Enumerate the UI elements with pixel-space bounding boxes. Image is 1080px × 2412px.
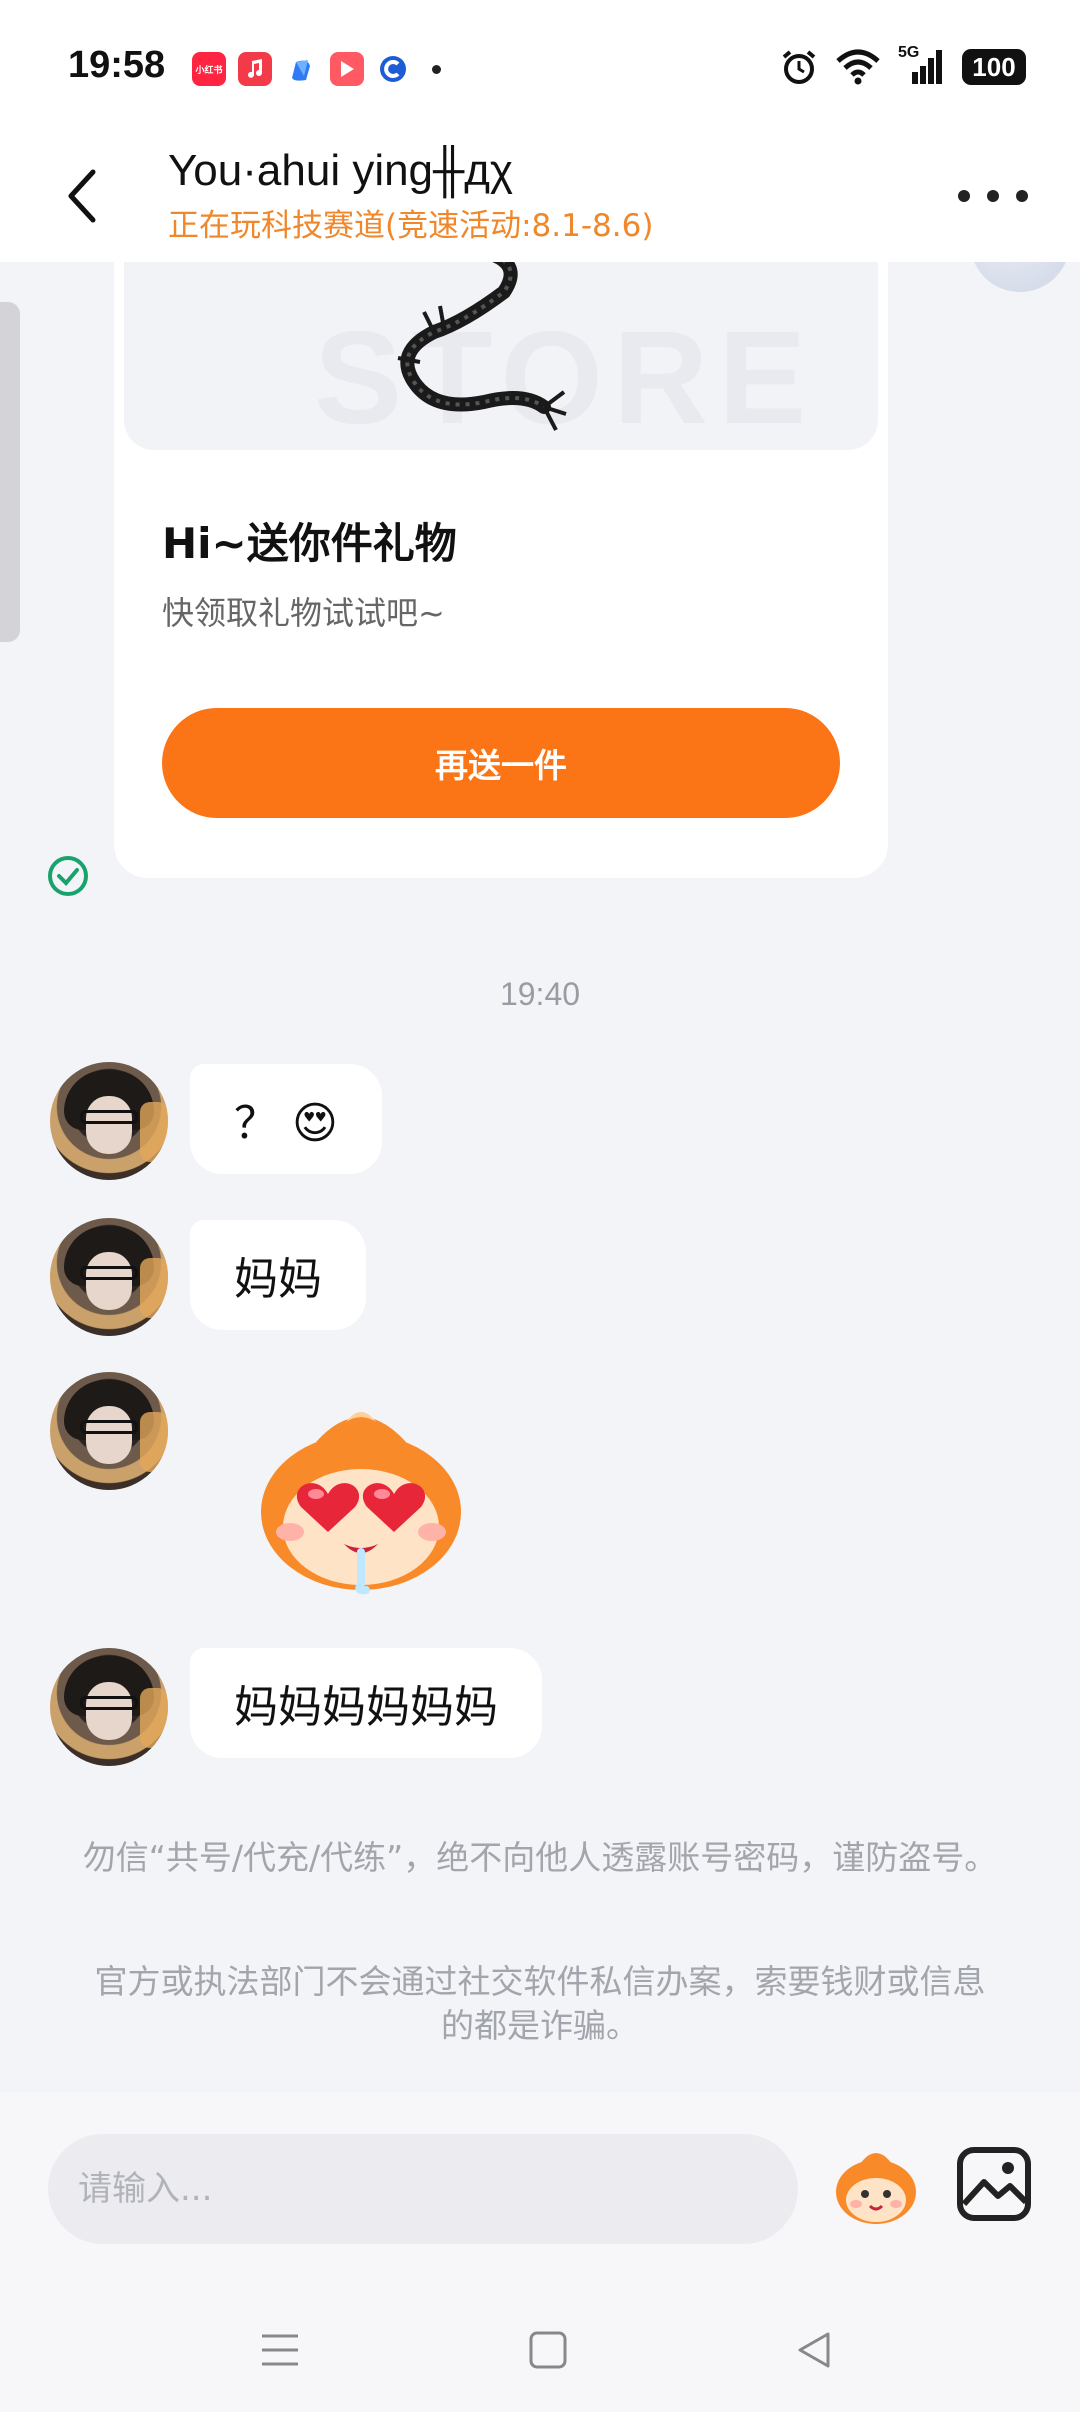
- more-dot-icon: [1016, 190, 1028, 202]
- chat-title-group[interactable]: You·ahui ying╫дχ 正在玩科技赛道(竞速活动:8.1-8.6): [168, 146, 653, 245]
- message-bubble[interactable]: 妈妈: [190, 1220, 366, 1330]
- system-navigation-bar: [0, 2282, 1080, 2412]
- sticker-button-icon[interactable]: [826, 2136, 926, 2236]
- more-notifications-dot: [432, 64, 441, 74]
- dragon-icon: [397, 262, 567, 431]
- security-notice-fraud: 官方或执法部门不会通过社交软件私信办案，索要钱财或信息的都是诈骗。: [94, 1962, 986, 2045]
- contact-name: You·ahui ying╫дχ: [168, 146, 513, 195]
- security-notice-account: 勿信“共号/代充/代练”，绝不向他人透露账号密码，谨防盗号。: [82, 1838, 998, 1877]
- contact-avatar[interactable]: [50, 1372, 168, 1490]
- home-square-icon: [529, 2331, 567, 2369]
- menu-nav-button[interactable]: [250, 2320, 310, 2380]
- message-text: ？ 😍: [234, 1098, 338, 1149]
- notification-icons: 小红书: [192, 52, 441, 86]
- more-dot-icon: [987, 190, 999, 202]
- app-c-icon: [376, 52, 410, 86]
- wifi-icon: [836, 49, 880, 85]
- image-picker-icon[interactable]: [954, 2144, 1034, 2224]
- battery-indicator: 100: [962, 49, 1026, 85]
- send-another-gift-button[interactable]: 再送一件: [162, 708, 840, 818]
- back-button[interactable]: [52, 156, 112, 236]
- status-time: 19:58: [68, 44, 166, 86]
- back-nav-button[interactable]: [784, 2320, 844, 2380]
- heart-eyes-mascot-sticker[interactable]: [246, 1402, 476, 1602]
- message-text: 妈妈: [234, 1254, 322, 1305]
- message-input-bar: [0, 2092, 1080, 2282]
- menu-icon: [262, 2334, 298, 2366]
- chevron-left-icon: [68, 169, 96, 223]
- system-icons: 5G 100: [780, 44, 1026, 86]
- message-bubble[interactable]: 妈妈妈妈妈妈: [190, 1648, 542, 1758]
- read-check-icon: [48, 856, 88, 896]
- message-text: 妈妈妈妈妈妈: [234, 1682, 498, 1733]
- contact-status: 正在玩科技赛道(竞速活动:8.1-8.6): [168, 208, 654, 244]
- alarm-icon: [782, 50, 816, 84]
- message-input[interactable]: [48, 2134, 798, 2244]
- music-icon: [238, 52, 272, 86]
- signal-icon: 5G: [898, 44, 944, 86]
- status-bar: 19:58 小红书 5G 100: [0, 0, 1080, 130]
- xiaohongshu-icon: 小红书: [192, 52, 226, 86]
- more-options-button[interactable]: [958, 176, 1028, 216]
- chat-message-list[interactable]: STORE Hi~送你件礼物 快领取礼物试试吧~ 再送一件 19:40 ？ 😍 …: [0, 262, 1080, 2092]
- side-drawer-handle[interactable]: [0, 302, 20, 642]
- gift-card: STORE Hi~送你件礼物 快领取礼物试试吧~ 再送一件: [114, 262, 888, 878]
- my-avatar[interactable]: [970, 262, 1070, 292]
- contact-avatar[interactable]: [50, 1648, 168, 1766]
- gift-image: STORE: [124, 262, 878, 450]
- contact-avatar[interactable]: [50, 1218, 168, 1336]
- more-dot-icon: [958, 190, 970, 202]
- browser-icon: [284, 52, 318, 86]
- home-nav-button[interactable]: [518, 2320, 578, 2380]
- message-bubble[interactable]: ？ 😍: [190, 1064, 382, 1174]
- gift-title: Hi~送你件礼物: [162, 519, 457, 568]
- contact-avatar[interactable]: [50, 1062, 168, 1180]
- chat-header: You·ahui ying╫дχ 正在玩科技赛道(竞速活动:8.1-8.6): [0, 130, 1080, 262]
- back-triangle-icon: [798, 2332, 830, 2368]
- message-timestamp: 19:40: [499, 976, 581, 1012]
- video-icon: [330, 52, 364, 86]
- gift-description: 快领取礼物试试吧~: [162, 594, 445, 632]
